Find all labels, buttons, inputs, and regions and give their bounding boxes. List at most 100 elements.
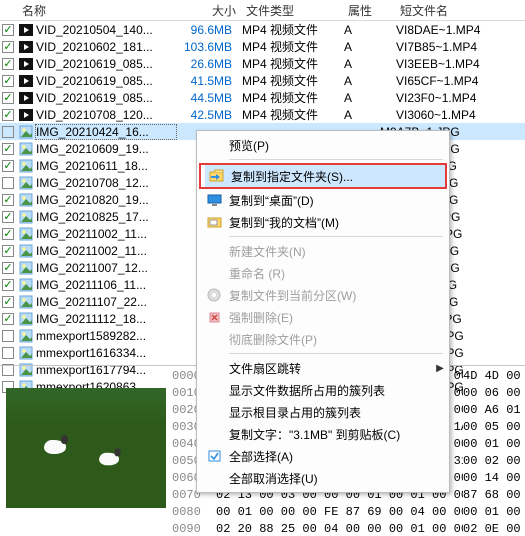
blank-icon [205,403,225,421]
row-checkbox[interactable] [2,296,14,308]
row-checkbox[interactable] [2,126,14,138]
table-row[interactable]: VID_20210619_085...44.5MBMP4 视频文件AVI23F0… [0,89,525,106]
column-attr[interactable]: 属性 [344,2,396,19]
ctx-separator [229,353,443,354]
blank-icon [205,425,225,443]
column-short[interactable]: 短文件名 [396,2,512,19]
file-name: mmexport1589282... [36,329,176,343]
file-name: IMG_20211106_11... [36,278,176,292]
row-checkbox[interactable] [2,228,14,240]
table-row[interactable]: VID_20210602_181...103.6MBMP4 视频文件AVI7B8… [0,38,525,55]
row-checkbox[interactable] [2,245,14,257]
file-name: IMG_20210825_17... [36,210,176,224]
hex-bytes-tail: 87 68 00 03 [463,487,525,504]
ctx-separator [229,236,443,237]
file-size: 44.5MB [176,91,238,105]
ctx-copy-docs[interactable]: 复制到“我的文档”(M) [199,211,447,233]
file-name: IMG_20211002_11... [36,244,176,258]
image-file-icon [18,176,34,190]
file-name: mmexport1616334... [36,346,176,360]
hex-bytes-tail: 00 05 00 00 [463,419,525,436]
column-size[interactable]: 大小 [180,2,242,19]
row-checkbox[interactable] [2,177,14,189]
table-row[interactable]: VID_20210504_140...96.6MBMP4 视频文件AVI8DAE… [0,21,525,38]
row-checkbox[interactable] [2,279,14,291]
file-name: VID_20210504_140... [36,23,176,37]
table-row[interactable]: VID_20210619_085...26.6MBMP4 视频文件AVI3EEB… [0,55,525,72]
file-size: 96.6MB [176,23,238,37]
ctx-separator [229,159,443,160]
file-name: IMG_20211112_18... [36,312,176,326]
row-checkbox[interactable] [2,109,14,121]
file-name: IMG_20210611_18... [36,159,176,173]
disk-arrow-icon [205,286,225,304]
row-checkbox[interactable] [2,75,14,87]
file-name: IMG_20210708_12... [36,176,176,190]
row-checkbox[interactable] [2,313,14,325]
image-thumbnail[interactable] [6,388,166,508]
hex-bytes-tail: 00 01 00 00 [463,436,525,453]
row-checkbox[interactable] [2,211,14,223]
blank-icon [205,264,225,282]
blank-icon [205,359,225,377]
ctx-deselect-all[interactable]: 全部取消选择(U) [199,467,447,489]
image-file-icon [18,261,34,275]
ctx-copy-to-folder[interactable]: 复制到指定文件夹(S)... [199,163,447,189]
file-attr: A [340,74,392,88]
file-type: MP4 视频文件 [238,21,340,38]
file-type: MP4 视频文件 [238,38,340,55]
ctx-copy-text[interactable]: 复制文字："3.1MB" 到剪贴板(C) [199,423,447,445]
row-checkbox[interactable] [2,347,14,359]
ctx-rename: 重命名 (R) [199,262,447,284]
file-short-name: VI7B85~1.MP4 [392,40,508,54]
file-short-name: VI23F0~1.MP4 [392,91,508,105]
delete-red-icon [205,308,225,326]
image-file-icon [18,346,34,360]
row-checkbox[interactable] [2,24,14,36]
file-attr: A [340,91,392,105]
hex-bytes-tail: 00 06 00 00 [463,385,525,402]
folder-arrow-icon [207,167,227,185]
ctx-select-all[interactable]: 全部选择(A) [199,445,447,467]
ctx-force-delete: 强制删除(E) [199,306,447,328]
file-type: MP4 视频文件 [238,106,340,123]
video-file-icon [18,108,34,122]
ctx-file-sector-jump[interactable]: 文件扇区跳转 ▶ [199,357,447,379]
row-checkbox[interactable] [2,41,14,53]
ctx-show-clusters[interactable]: 显示文件数据所占用的簇列表 [199,379,447,401]
file-name: VID_20210708_120... [36,108,176,122]
hex-offset: 0080 [172,504,216,521]
row-checkbox[interactable] [2,143,14,155]
video-file-icon [18,74,34,88]
file-attr: A [340,23,392,37]
column-type[interactable]: 文件类型 [242,2,344,19]
row-checkbox[interactable] [2,330,14,342]
check-square-icon [205,447,225,465]
ctx-preview[interactable]: 预览(P) [199,134,447,156]
row-checkbox[interactable] [2,262,14,274]
ctx-perm-delete: 彻底删除文件(P) [199,328,447,350]
image-file-icon [18,312,34,326]
row-checkbox[interactable] [2,92,14,104]
hex-bytes-tail: 00 02 00 00 [463,453,525,470]
hex-bytes-tail: 00 A6 01 12 [463,402,525,419]
video-file-icon [18,91,34,105]
column-name[interactable]: 名称 [22,2,180,19]
ctx-show-root-clusters[interactable]: 显示根目录占用的簇列表 [199,401,447,423]
column-header-row[interactable]: 名称 大小 文件类型 属性 短文件名 [0,0,525,21]
row-checkbox[interactable] [2,58,14,70]
video-file-icon [18,23,34,37]
blank-icon [205,469,225,487]
image-file-icon [18,329,34,343]
ctx-copy-desktop[interactable]: 复制到“桌面”(D) [199,189,447,211]
row-checkbox[interactable] [2,194,14,206]
table-row[interactable]: VID_20210619_085...41.5MBMP4 视频文件AVI65CF… [0,72,525,89]
file-type: MP4 视频文件 [238,89,340,106]
row-checkbox[interactable] [2,160,14,172]
table-row[interactable]: VID_20210708_120...42.5MBMP4 视频文件AVI3060… [0,106,525,123]
file-short-name: VI3EEB~1.MP4 [392,57,508,71]
hex-row: 009002 20 88 25 00 04 00 00 00 01 00 00 … [172,521,525,536]
image-file-icon [18,227,34,241]
hex-bytes: 00 01 00 00 00 FE 87 69 00 04 00 00 [216,504,463,521]
file-attr: A [340,108,392,122]
